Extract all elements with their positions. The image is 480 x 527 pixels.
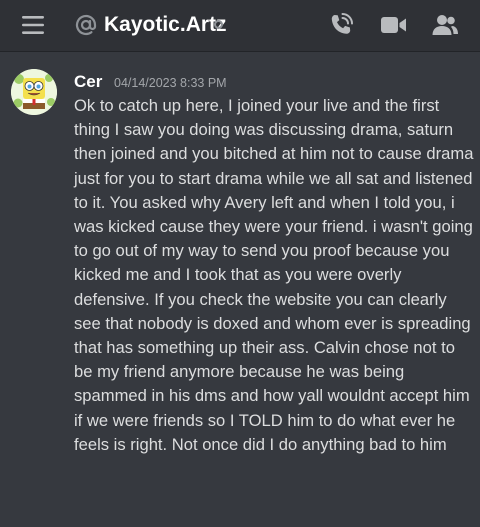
at-sign-icon [75, 14, 97, 36]
channel-header: Kayotic.Artz [0, 0, 480, 52]
message-timestamp: 04/14/2023 8:33 PM [114, 76, 227, 90]
message-content: Ok to catch up here, I joined your live … [74, 96, 474, 454]
video-camera-icon[interactable] [381, 14, 407, 36]
members-icon[interactable] [432, 13, 458, 37]
message-item[interactable]: Cer 04/14/2023 8:33 PM Ok to catch up he… [0, 52, 480, 527]
phone-call-icon[interactable] [328, 12, 354, 38]
avatar-image [11, 69, 57, 115]
avatar[interactable] [11, 69, 57, 115]
hamburger-menu-icon[interactable] [22, 16, 44, 34]
channel-title: Kayotic.Artz [104, 13, 227, 36]
offline-status-icon [214, 20, 223, 29]
message-author[interactable]: Cer [74, 72, 102, 92]
